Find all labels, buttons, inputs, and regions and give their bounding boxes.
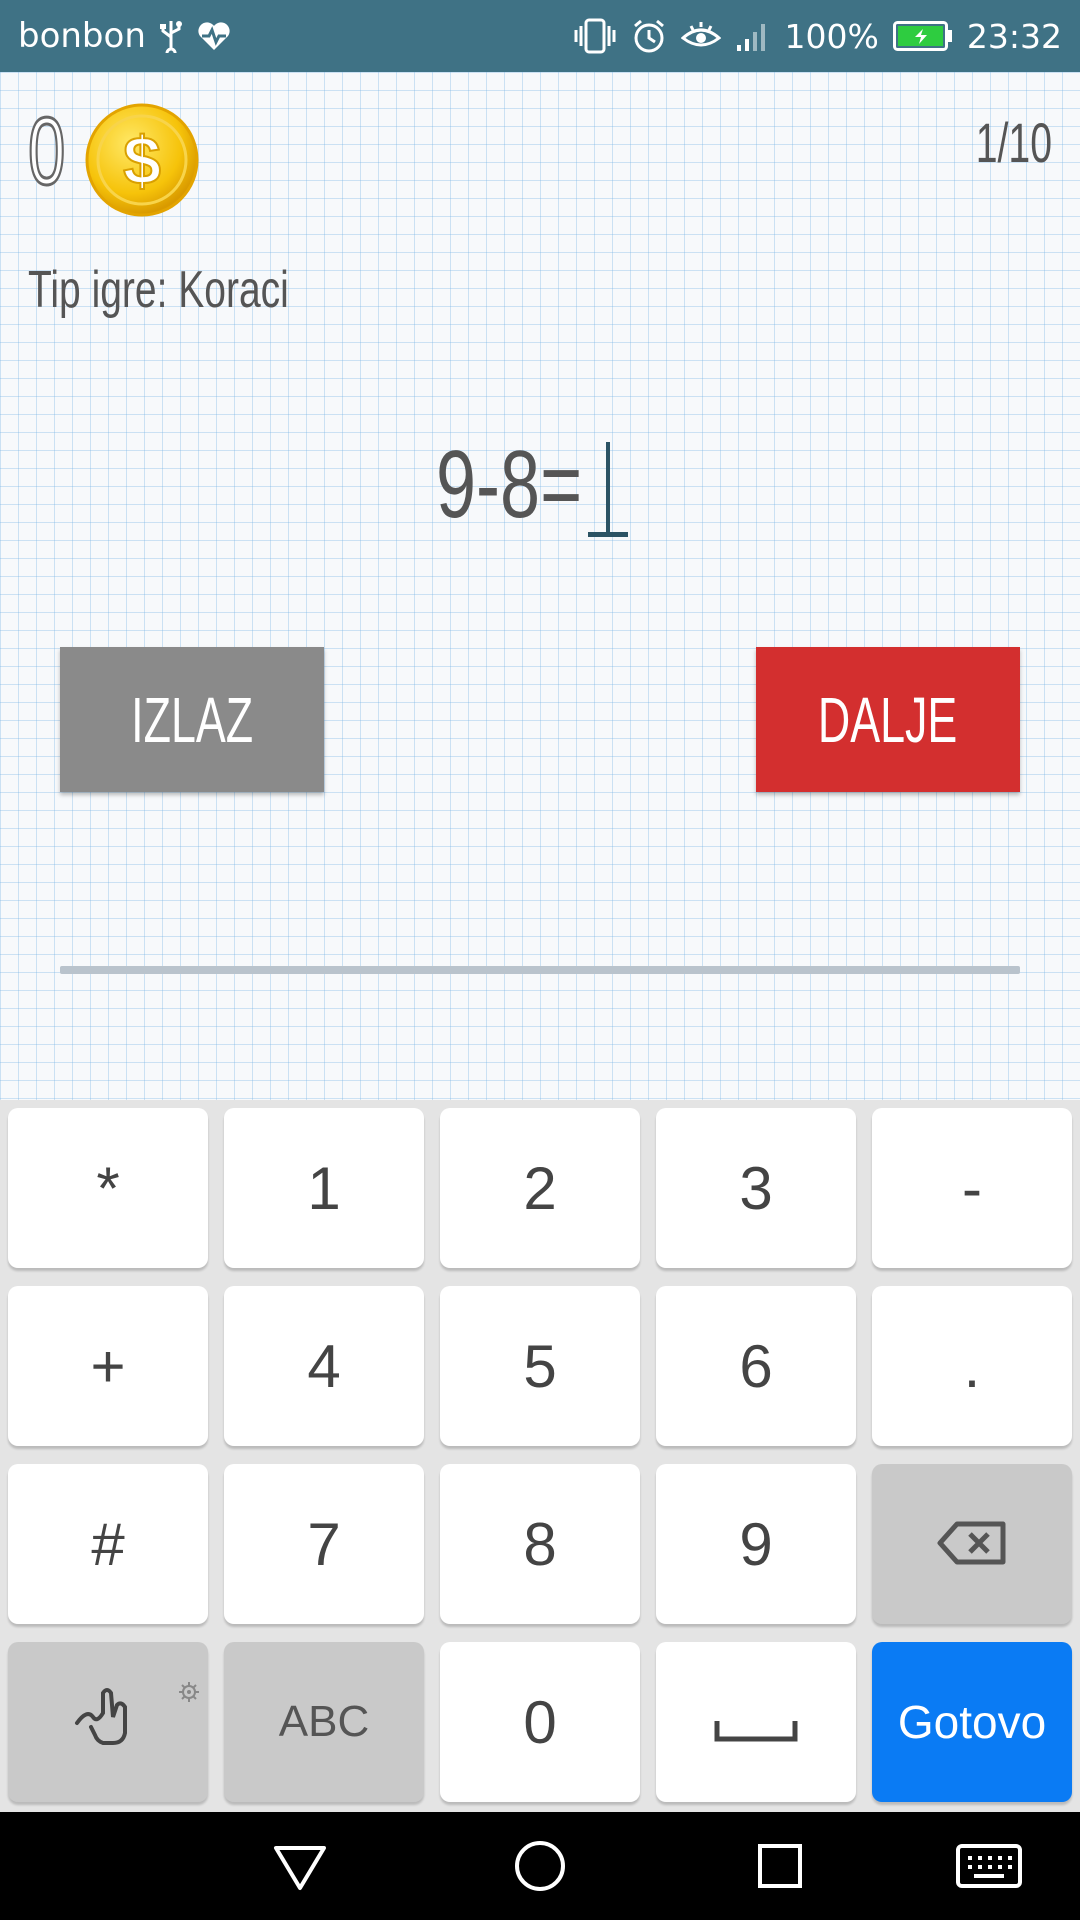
- next-button-label: DALJE: [818, 683, 958, 756]
- coin-icon: $: [84, 102, 200, 218]
- key-label: 0: [523, 1688, 557, 1756]
- vibrate-icon: [573, 18, 617, 54]
- space-icon: [714, 1688, 798, 1757]
- back-triangle-icon[interactable]: [270, 1836, 330, 1896]
- text-caret: [606, 442, 610, 532]
- key-8[interactable]: 8: [440, 1464, 640, 1624]
- key-label: 2: [523, 1154, 557, 1222]
- key-period[interactable]: .: [872, 1286, 1072, 1446]
- key-label: 6: [739, 1332, 773, 1400]
- key-6[interactable]: 6: [656, 1286, 856, 1446]
- battery-percent: 100%: [784, 16, 879, 56]
- key-2[interactable]: 2: [440, 1108, 640, 1268]
- status-bar: bonbon 100% 23:32: [0, 0, 1080, 72]
- key-label: 5: [523, 1332, 557, 1400]
- answer-underline: [588, 532, 628, 537]
- key-3[interactable]: 3: [656, 1108, 856, 1268]
- done-key[interactable]: Gotovo: [872, 1642, 1072, 1802]
- key-hash[interactable]: #: [8, 1464, 208, 1624]
- clock: 23:32: [966, 16, 1062, 56]
- home-circle-icon[interactable]: [510, 1836, 570, 1896]
- key-label: .: [963, 1332, 981, 1400]
- health-heart-icon: [196, 20, 232, 52]
- exit-button[interactable]: IZLAZ: [60, 647, 324, 792]
- key-label: *: [96, 1154, 120, 1222]
- svg-text:$: $: [123, 123, 161, 199]
- key-label: 8: [523, 1510, 557, 1578]
- key-minus[interactable]: -: [872, 1108, 1072, 1268]
- coin-count: 0: [27, 98, 66, 205]
- navigation-bar: [0, 1812, 1080, 1920]
- status-left: bonbon: [18, 0, 232, 72]
- divider: [60, 966, 1020, 974]
- battery-charging-icon: [892, 21, 953, 51]
- key-5[interactable]: 5: [440, 1286, 640, 1446]
- key-plus[interactable]: +: [8, 1286, 208, 1446]
- key-label: 1: [307, 1154, 341, 1222]
- recents-square-icon[interactable]: [750, 1836, 810, 1896]
- key-label: 7: [307, 1510, 341, 1578]
- exit-button-label: IZLAZ: [131, 683, 253, 756]
- key-label: 3: [739, 1154, 773, 1222]
- hand-gesture-icon: [73, 1683, 143, 1761]
- backspace-icon: [937, 1510, 1007, 1579]
- numeric-keyboard: * 1 2 3 - + 4 5 6 . # 7 8 9 ABC 0 Gotovo: [0, 1100, 1080, 1812]
- game-type-label: Tip igre: Koraci: [28, 261, 289, 319]
- usb-icon: [158, 19, 184, 53]
- key-7[interactable]: 7: [224, 1464, 424, 1624]
- key-0[interactable]: 0: [440, 1642, 640, 1802]
- key-label: 4: [307, 1332, 341, 1400]
- key-label: Gotovo: [897, 1696, 1047, 1748]
- space-key[interactable]: [656, 1642, 856, 1802]
- equation: 9-8=: [436, 431, 583, 538]
- keyboard-icon[interactable]: [954, 1836, 1024, 1896]
- key-1[interactable]: 1: [224, 1108, 424, 1268]
- key-label: +: [90, 1332, 126, 1400]
- key-label: -: [962, 1154, 982, 1222]
- game-area: 0 $ 1/10 Tip igre: Koraci 9-8= IZLAZ DAL…: [0, 72, 1080, 1100]
- key-asterisk[interactable]: *: [8, 1108, 208, 1268]
- answer-input[interactable]: [588, 442, 628, 538]
- key-4[interactable]: 4: [224, 1286, 424, 1446]
- eye-comfort-icon: [680, 20, 721, 52]
- status-right: 100% 23:32: [573, 0, 1062, 72]
- alarm-icon: [631, 18, 667, 54]
- key-label: 9: [739, 1510, 773, 1578]
- question-progress: 1/10: [975, 111, 1052, 174]
- carrier-name: bonbon: [18, 16, 146, 56]
- backspace-key[interactable]: [872, 1464, 1072, 1624]
- gesture-key[interactable]: [8, 1642, 208, 1802]
- key-9[interactable]: 9: [656, 1464, 856, 1624]
- abc-key[interactable]: ABC: [224, 1642, 424, 1802]
- key-label: #: [91, 1510, 125, 1578]
- next-button[interactable]: DALJE: [756, 647, 1020, 792]
- settings-gear-icon: [178, 1648, 200, 1717]
- signal-icon: [735, 19, 771, 53]
- key-label: ABC: [278, 1697, 370, 1746]
